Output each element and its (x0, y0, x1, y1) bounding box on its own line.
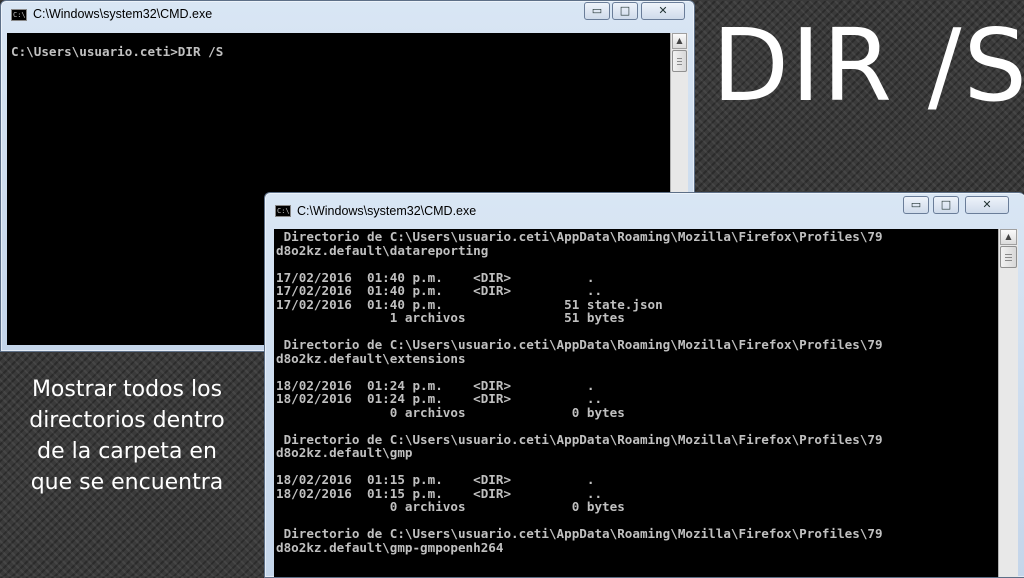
slide-title: DIR /S (712, 7, 1024, 124)
console-line: d8o2kz.default\gmp-gmpopenh264 (276, 539, 504, 555)
console-line: d8o2kz.default\gmp (276, 445, 413, 460)
console-line: Directorio de C:\Users\usuario.ceti\AppD… (276, 229, 883, 244)
window-title: C:\Windows\system32\CMD.exe (33, 7, 213, 21)
console-line: C:\Users\usuario.ceti>DIR /S (11, 44, 224, 59)
minimize-button[interactable]: ▭ (584, 2, 610, 20)
console-line: 17/02/2016 01:40 p.m. <DIR> .. (276, 283, 603, 298)
console-line: Directorio de C:\Users\usuario.ceti\AppD… (276, 337, 883, 352)
cmd-icon: C:\ (275, 205, 291, 217)
console-line: 17/02/2016 01:40 p.m. 51 state.json (276, 296, 663, 312)
close-button[interactable]: ✕ (965, 196, 1009, 214)
grip-icon (677, 58, 682, 65)
scroll-thumb[interactable] (672, 50, 687, 72)
console-line: d8o2kz.default\datareporting (276, 242, 489, 258)
console-line: Directorio de C:\Users\usuario.ceti\AppD… (276, 431, 883, 447)
console-line: Directorio de C:\Users\usuario.ceti\AppD… (276, 526, 883, 541)
console-line: d8o2kz.default\extensions (276, 350, 466, 366)
console-line: 18/02/2016 01:15 p.m. <DIR> . (276, 472, 595, 487)
minimize-button[interactable]: ▭ (903, 196, 929, 214)
scroll-up-arrow-icon[interactable]: ▲ (672, 33, 687, 49)
close-button[interactable]: ✕ (641, 2, 685, 20)
scroll-thumb[interactable] (1000, 246, 1017, 268)
console-output[interactable]: Directorio de C:\Users\usuario.ceti\AppD… (274, 229, 998, 577)
scroll-up-arrow-icon[interactable]: ▲ (1000, 229, 1017, 245)
cmd-icon: C:\ (11, 9, 27, 21)
maximize-button[interactable]: □ (612, 2, 638, 20)
console-line: 18/02/2016 01:15 p.m. <DIR> .. (276, 485, 603, 501)
console-line: 18/02/2016 01:24 p.m. <DIR> . (276, 377, 595, 393)
grip-icon (1005, 254, 1012, 261)
title-bar[interactable]: C:\ C:\Windows\system32\CMD.exe ▭ □ ✕ (1, 1, 694, 29)
slide-caption: Mostrar todos los directorios dentro de … (29, 377, 225, 495)
console-line: 0 archivos 0 bytes (276, 499, 625, 514)
console-line: 0 archivos 0 bytes (276, 404, 625, 420)
vertical-scrollbar[interactable]: ▲ (998, 229, 1018, 577)
title-bar[interactable]: C:\ C:\Windows\system32\CMD.exe ▭ □ ✕ (265, 193, 1024, 221)
cmd-window-front[interactable]: C:\ C:\Windows\system32\CMD.exe ▭ □ ✕ Di… (264, 192, 1024, 578)
console-line: 17/02/2016 01:40 p.m. <DIR> . (276, 269, 595, 285)
maximize-button[interactable]: □ (933, 196, 959, 214)
console-line: 18/02/2016 01:24 p.m. <DIR> .. (276, 391, 603, 406)
console-line: 1 archivos 51 bytes (276, 310, 625, 325)
window-title: C:\Windows\system32\CMD.exe (297, 204, 477, 218)
